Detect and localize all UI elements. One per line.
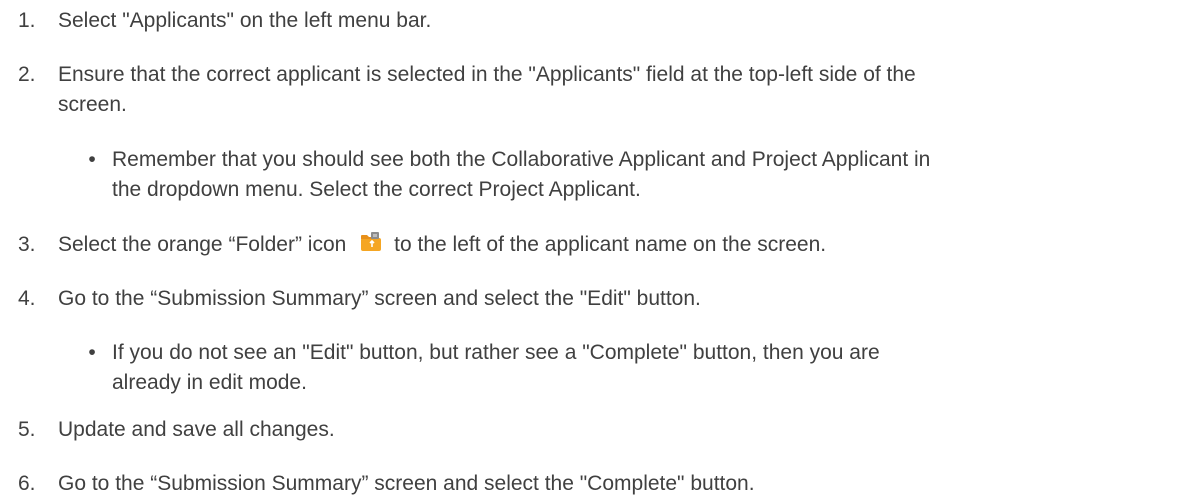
step-number: 3. [18,233,36,256]
bullet-icon: • [88,341,96,364]
step-text: Ensure that the correct applicant is sel… [58,60,1194,120]
instructions-document: 1. Select "Applicants" on the left menu … [0,0,1204,504]
step-text: Select "Applicants" on the left menu bar… [58,9,432,32]
bullet-icon: • [88,148,96,171]
step-text: Update and save all changes. [58,418,335,441]
step-number: 6. [18,472,36,495]
step-4: 4. Go to the “Submission Summary” screen… [18,284,1194,314]
step-text-line: Ensure that the correct applicant is sel… [58,63,916,86]
step-2: 2. Ensure that the correct applicant is … [18,60,1194,120]
step-4-note: • If you do not see an "Edit" button, bu… [88,338,1194,398]
step-text-before: Select the orange “Folder” icon [58,233,347,256]
step-number: 2. [18,63,36,86]
step-text: Go to the “Submission Summary” screen an… [58,472,755,495]
step-6: 6. Go to the “Submission Summary” screen… [18,469,1194,499]
step-3: 3. Select the orange “Folder” icon to th… [18,230,1194,260]
step-number: 4. [18,287,36,310]
folder-icon [360,231,382,253]
step-text: Select the orange “Folder” icon to the l… [58,230,1194,260]
note-text-line: If you do not see an "Edit" button, but … [112,341,880,364]
note-text: If you do not see an "Edit" button, but … [112,338,1194,398]
step-number: 1. [18,9,36,32]
note-text: Remember that you should see both the Co… [112,145,1194,205]
note-text-line: already in edit mode. [112,371,307,394]
step-number: 5. [18,418,36,441]
step-text-line: screen. [58,93,127,116]
step-text: Go to the “Submission Summary” screen an… [58,287,701,310]
step-5: 5. Update and save all changes. [18,415,1194,445]
step-2-note: • Remember that you should see both the … [88,145,1194,205]
note-text-line: the dropdown menu. Select the correct Pr… [112,178,641,201]
step-text-after: to the left of the applicant name on the… [394,233,827,256]
step-1: 1. Select "Applicants" on the left menu … [18,6,1194,36]
note-text-line: Remember that you should see both the Co… [112,148,931,171]
